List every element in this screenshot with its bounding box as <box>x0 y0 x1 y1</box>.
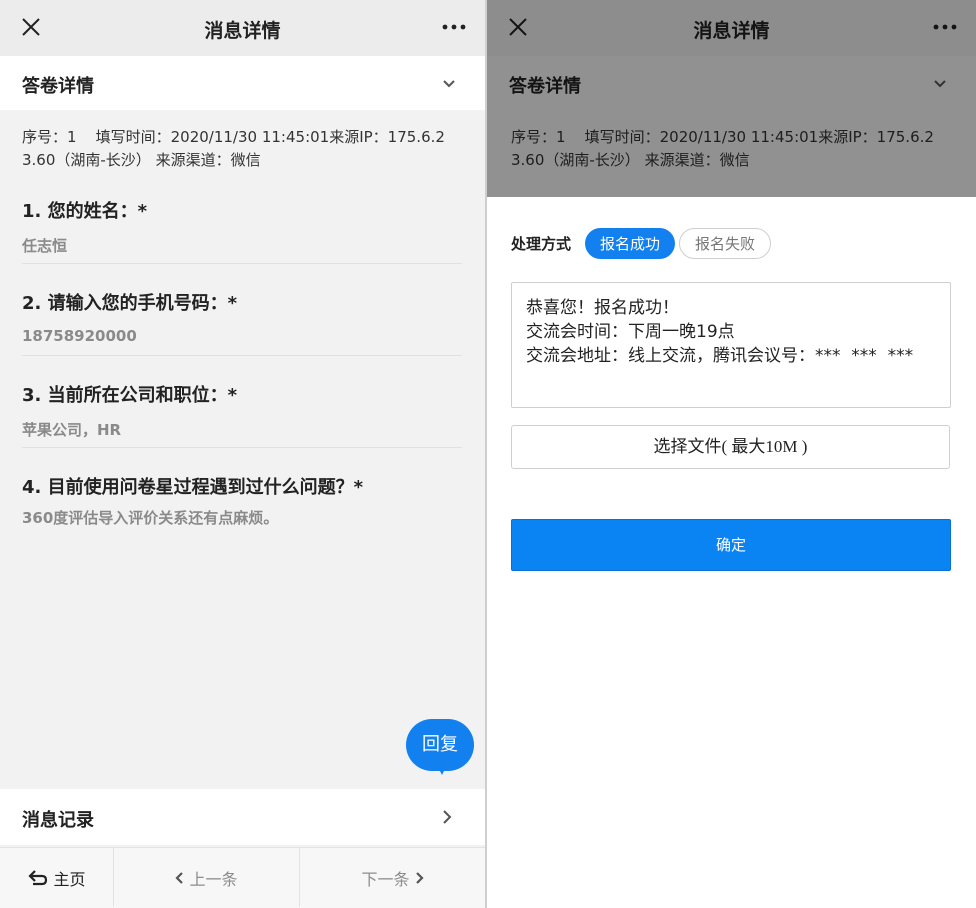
message-detail-panel: 消息详情 答卷详情 序号：1 填写时间：2020/11/30 11:45:01来… <box>0 0 485 908</box>
question-title: 2. 请输入您的手机号码：* <box>22 293 238 314</box>
more-icon[interactable] <box>441 22 467 32</box>
meta-line-1: 序号：1 填写时间：2020/11/30 11:45:01来源IP：175.6.… <box>22 128 445 146</box>
reply-label: 回复 <box>422 734 458 755</box>
option-success[interactable]: 报名成功 <box>585 227 676 259</box>
divider <box>22 355 462 356</box>
message-record-row[interactable]: 消息记录 <box>0 789 485 845</box>
chevron-down-icon <box>443 80 455 88</box>
home-button[interactable]: 主页 <box>0 848 114 907</box>
bubble-tail <box>436 763 448 775</box>
next-button[interactable]: 下一条 <box>300 848 485 907</box>
meta-line-2: 3.60（湖南-长沙） 来源渠道：微信 <box>22 151 261 169</box>
response-meta: 序号：1 填写时间：2020/11/30 11:45:01来源IP：175.6.… <box>22 126 462 172</box>
question-answer: 360度评估导入评价关系还有点麻烦。 <box>22 509 279 527</box>
choose-file-button[interactable]: 选择文件( 最大10M ) <box>511 425 950 469</box>
question-item: 1. 您的姓名：* 任志恒 <box>22 197 462 256</box>
question-answer: 苹果公司，HR <box>22 421 122 439</box>
reply-textarea[interactable]: 恭喜您！报名成功！ 交流会时间：下周一晚19点 交流会地址：线上交流，腾讯会议号… <box>511 282 951 408</box>
section-title: 答卷详情 <box>22 76 94 97</box>
process-method-row: 处理方式 报名成功 报名失败 <box>511 227 775 259</box>
confirm-button[interactable]: 确定 <box>511 519 951 571</box>
reply-line-1: 恭喜您！报名成功！ <box>526 298 679 318</box>
home-label: 主页 <box>53 869 86 889</box>
question-item: 4. 目前使用问卷星过程遇到过什么问题？* 360度评估导入评价关系还有点麻烦。 <box>22 473 462 528</box>
back-arrow-icon <box>28 869 48 885</box>
prev-button[interactable]: 上一条 <box>114 848 300 907</box>
process-method-label: 处理方式 <box>511 234 572 253</box>
chevron-left-icon <box>175 871 184 884</box>
bottom-nav: 主页 上一条 下一条 <box>0 847 485 908</box>
page-title: 消息详情 <box>204 20 281 42</box>
reply-line-2: 交流会时间：下周一晚19点 <box>526 322 735 342</box>
answer-detail-header[interactable]: 答卷详情 <box>0 56 485 110</box>
reply-line-3: 交流会地址：线上交流，腾讯会议号：*** *** *** <box>526 346 914 366</box>
navbar: 消息详情 <box>0 0 485 56</box>
reply-button[interactable]: 回复 <box>406 719 474 775</box>
question-answer: 任志恒 <box>22 237 68 255</box>
chevron-right-icon <box>415 871 424 884</box>
question-title: 3. 当前所在公司和职位：* <box>22 385 238 406</box>
reply-panel: 消息详情 答卷详情 序号：1 填写时间：2020/11/30 11:45:01来… <box>487 0 976 908</box>
divider <box>22 447 462 448</box>
question-item: 3. 当前所在公司和职位：* 苹果公司，HR <box>22 381 462 440</box>
question-title: 4. 目前使用问卷星过程遇到过什么问题？* <box>22 477 364 498</box>
next-label: 下一条 <box>361 869 410 889</box>
question-item: 2. 请输入您的手机号码：* 18758920000 <box>22 289 462 345</box>
question-answer: 18758920000 <box>22 327 137 345</box>
question-title: 1. 您的姓名：* <box>22 201 148 222</box>
prev-label: 上一条 <box>189 869 238 889</box>
option-fail[interactable]: 报名失败 <box>679 227 772 259</box>
message-record-label: 消息记录 <box>22 810 94 831</box>
modal-overlay[interactable] <box>487 0 976 197</box>
chevron-right-icon <box>443 810 452 824</box>
divider <box>22 263 462 264</box>
